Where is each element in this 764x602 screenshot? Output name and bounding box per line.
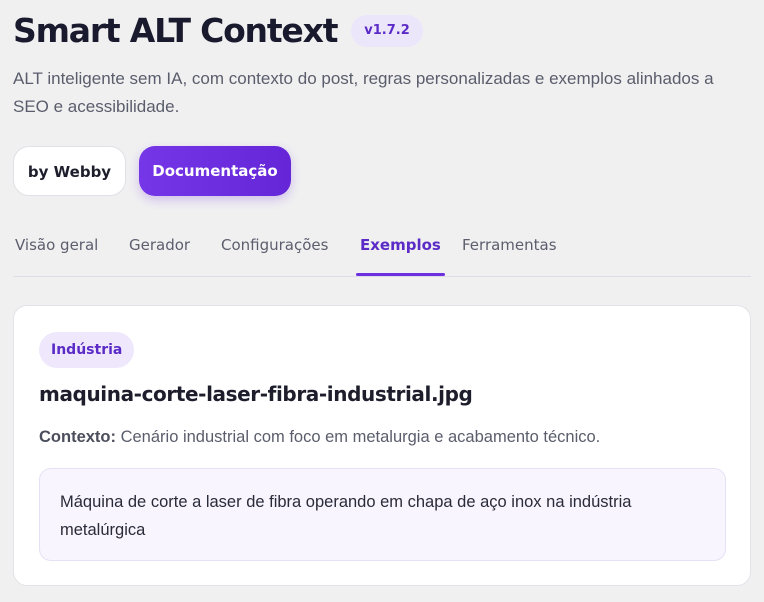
documentation-button[interactable]: Documentação: [139, 146, 291, 196]
tab-settings[interactable]: Configurações: [221, 236, 328, 276]
context-label: Contexto:: [39, 428, 116, 446]
tab-generator[interactable]: Gerador: [129, 236, 190, 276]
version-badge: v1.7.2: [351, 15, 423, 47]
example-card: Indústria maquina-corte-laser-fibra-indu…: [13, 305, 751, 586]
example-filename: maquina-corte-laser-fibra-industrial.jpg: [39, 382, 473, 406]
example-context: Contexto: Cenário industrial com foco em…: [39, 428, 600, 447]
header-actions: by Webby Documentação: [13, 146, 291, 196]
tab-tools[interactable]: Ferramentas: [462, 236, 557, 276]
title-row: Smart ALT Context v1.7.2: [13, 8, 764, 54]
app-title: Smart ALT Context: [13, 11, 338, 50]
context-text: Cenário industrial com foco em metalurgi…: [120, 428, 601, 446]
tab-overview[interactable]: Visão geral: [15, 236, 98, 276]
tab-bar: Visão geral Gerador Configurações Exempl…: [13, 224, 751, 277]
tab-examples[interactable]: Exemplos: [356, 236, 445, 276]
by-webby-button[interactable]: by Webby: [13, 146, 126, 196]
category-badge: Indústria: [39, 332, 135, 368]
alt-text-output: Máquina de corte a laser de fibra operan…: [39, 468, 726, 561]
page-header: Smart ALT Context v1.7.2 ALT inteligente…: [13, 8, 764, 116]
app-subtitle: ALT inteligente sem IA, com contexto do …: [13, 69, 714, 116]
